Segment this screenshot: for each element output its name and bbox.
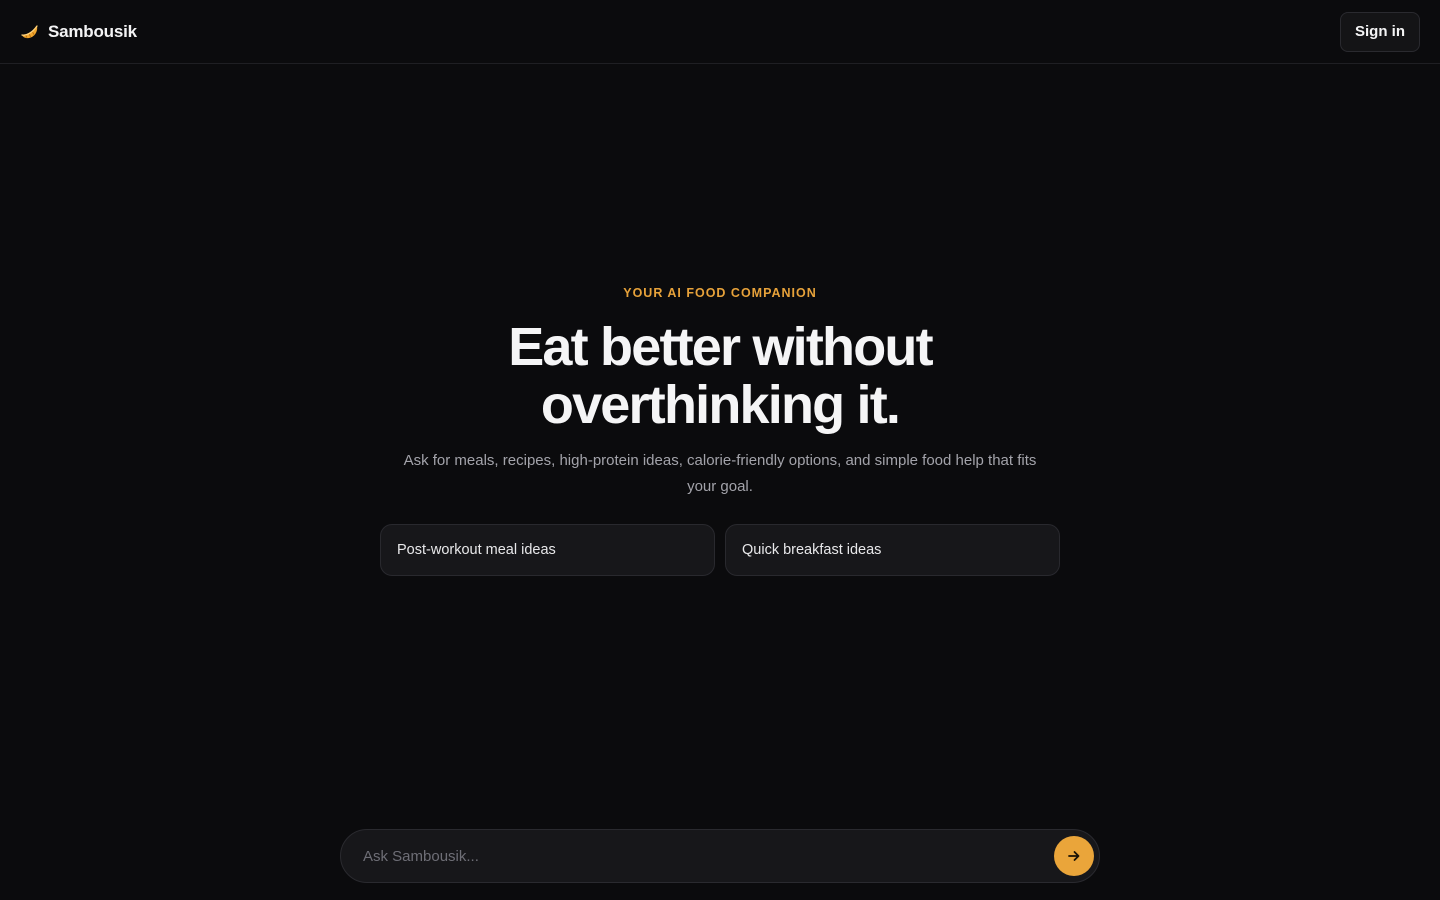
- hero-section: YOUR AI FOOD COMPANION Eat better withou…: [0, 284, 1440, 500]
- brand[interactable]: Sambousik: [20, 22, 137, 42]
- send-button[interactable]: [1054, 836, 1094, 876]
- suggestion-chips: Post-workout meal ideas Quick breakfast …: [380, 524, 1060, 576]
- suggestion-chip-post-workout[interactable]: Post-workout meal ideas: [380, 524, 715, 576]
- page: Sambousik Sign in YOUR AI FOOD COMPANION…: [0, 0, 1440, 900]
- sign-in-button[interactable]: Sign in: [1340, 11, 1420, 52]
- suggestion-chip-breakfast[interactable]: Quick breakfast ideas: [725, 524, 1060, 576]
- hero-subtitle: Ask for meals, recipes, high-protein ide…: [403, 452, 1037, 495]
- top-bar: Sambousik Sign in: [0, 0, 1440, 64]
- arrow-right-icon: [1066, 848, 1082, 864]
- hero-eyebrow: YOUR AI FOOD COMPANION: [623, 286, 817, 300]
- chat-input[interactable]: [361, 830, 1054, 882]
- brand-name: Sambousik: [48, 21, 137, 41]
- hero-headline: Eat better without overthinking it.: [508, 317, 933, 435]
- chat-composer: [340, 829, 1100, 883]
- sambousik-pastry-icon: [20, 22, 40, 42]
